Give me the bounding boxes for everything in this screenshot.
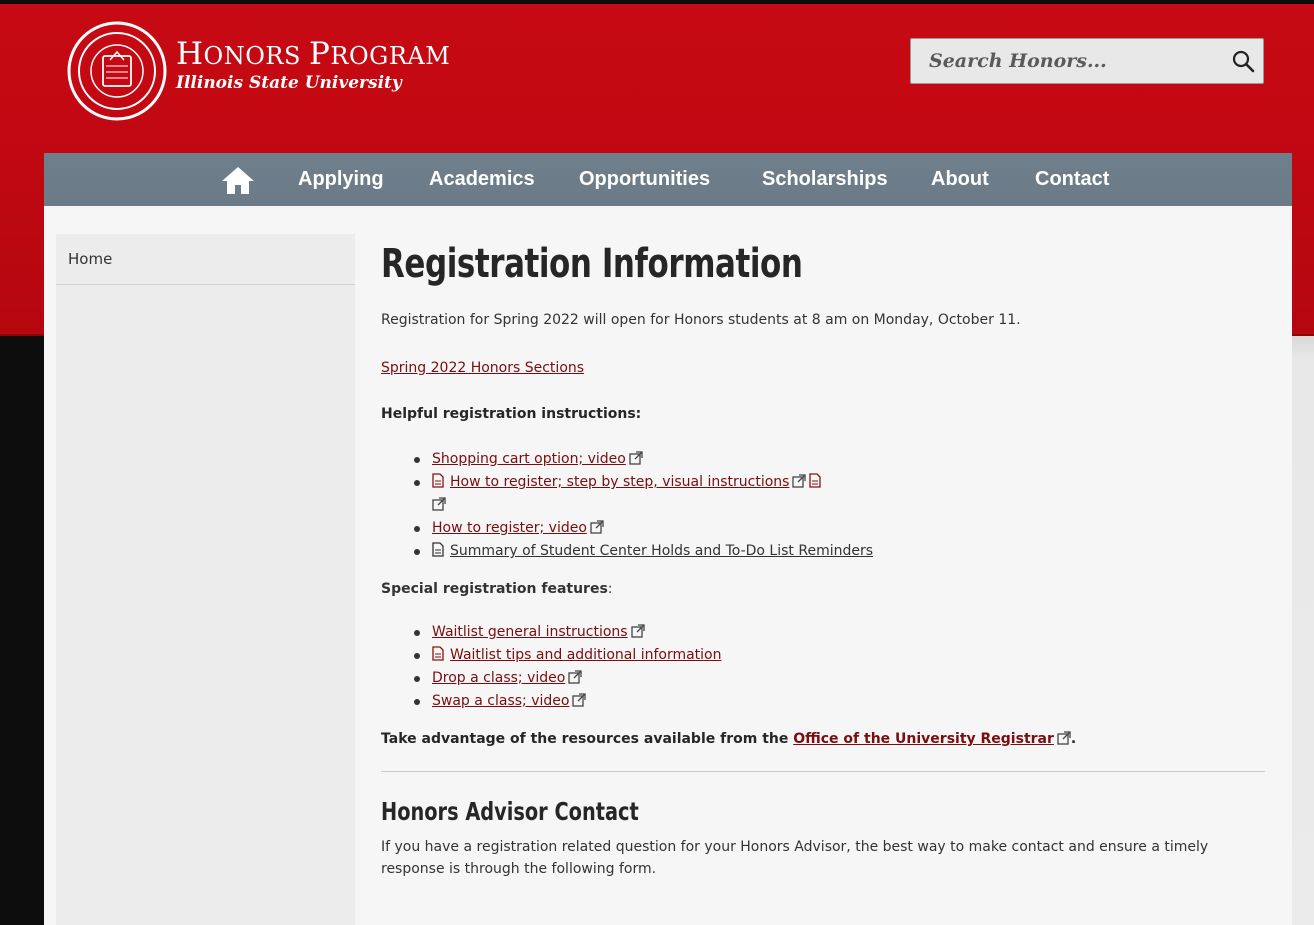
page-title: Registration Information [381,241,803,287]
list-item: Swap a class; video [414,690,1266,713]
how-to-register-instructions-link[interactable]: How to register; step by step, visual in… [450,474,789,490]
list-item: Shopping cart option; video [414,448,1266,471]
special-list: Waitlist general instructions Waitlist t… [414,621,1266,713]
swap-class-link[interactable]: Swap a class; video [432,693,569,709]
special-colon: : [607,581,613,597]
shopping-cart-link[interactable]: Shopping cart option; video [432,451,626,467]
left-edge [0,336,44,925]
special-heading-row: Special registration features: [381,581,1266,597]
brand[interactable]: HONORS PROGRAM Illinois State University [176,38,450,94]
site-title: HONORS PROGRAM [176,36,451,72]
external-link-icon [1057,731,1071,745]
helpful-list: Shopping cart option; video How to regis… [414,448,1266,563]
resources-suffix: . [1070,731,1077,747]
main-nav: Applying Academics Opportunities Scholar… [44,153,1292,206]
list-item: How to register; step by step, visual in… [414,471,1266,517]
site-subtitle: Illinois State University [176,73,402,93]
external-link-icon [590,520,604,534]
waitlist-tips-link[interactable]: Waitlist tips and additional information [450,647,722,663]
nav-academics[interactable]: Academics [429,153,535,206]
university-seal-icon[interactable] [66,20,168,122]
search-button[interactable] [1223,39,1263,83]
resources-prefix: Take advantage of the resources availabl… [381,731,794,747]
external-link-icon [630,624,645,638]
nav-applying[interactable]: Applying [298,153,384,206]
external-link-icon [629,451,643,465]
list-item: Waitlist tips and additional information [414,644,1266,667]
external-link-icon [572,693,587,707]
waitlist-instructions-link[interactable]: Waitlist general instructions [432,624,628,640]
search-input[interactable] [911,39,1223,83]
nav-contact[interactable]: Contact [1035,153,1109,206]
advisor-text: If you have a registration related quest… [381,839,1209,877]
list-item: Drop a class; video [414,667,1266,690]
document-icon [809,473,822,488]
document-icon [432,542,444,557]
document-icon [432,473,444,488]
section-divider [381,771,1265,772]
document-icon [432,646,444,661]
intro-text: Registration for Spring 2022 will open f… [381,312,1021,328]
search-icon [1232,50,1255,73]
special-heading: Special registration features [381,581,608,597]
honors-sections-link[interactable]: Spring 2022 Honors Sections [381,358,584,378]
advisor-heading: Honors Advisor Contact [381,797,639,826]
drop-class-link[interactable]: Drop a class; video [432,670,565,686]
list-item: Summary of Student Center Holds and To-D… [414,540,1266,563]
sidebar-item-home[interactable]: Home [56,234,355,285]
home-icon [222,167,254,194]
main-content: Registration Information Registration fo… [381,234,1266,880]
content-card: Home Registration Information Registrati… [44,206,1292,925]
external-link-icon [432,497,446,511]
holds-reminders-link[interactable]: Summary of Student Center Holds and To-D… [450,543,873,559]
nav-opportunities[interactable]: Opportunities [579,153,710,206]
resources-text: Take advantage of the resources availabl… [381,731,1266,747]
nav-scholarships[interactable]: Scholarships [762,153,888,206]
search-box [910,38,1264,84]
nav-home-button[interactable] [220,163,256,197]
external-link-icon [568,670,582,684]
external-link-icon [792,474,807,488]
helpful-heading: Helpful registration instructions: [381,406,642,422]
list-item: How to register; video [414,517,1266,540]
nav-about[interactable]: About [931,153,989,206]
sidebar: Home [56,234,355,925]
registrar-link[interactable]: Office of the University Registrar [793,731,1054,747]
top-edge [0,0,1314,4]
how-to-register-video-link[interactable]: How to register; video [432,520,587,536]
list-item: Waitlist general instructions [414,621,1266,644]
